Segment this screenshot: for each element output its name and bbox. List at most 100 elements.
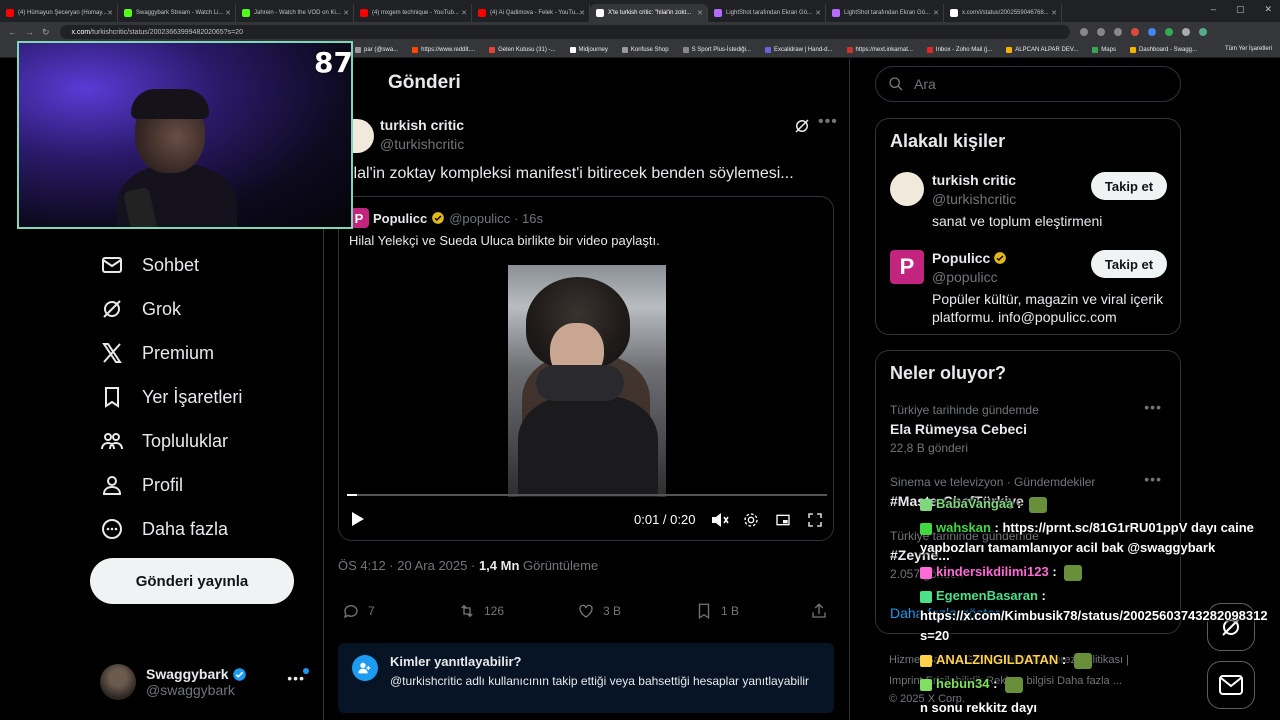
- more-dots-icon[interactable]: •••: [287, 670, 305, 686]
- bookmark-item[interactable]: Excalidraw | Hand-d...: [764, 46, 833, 53]
- chat-message: BabaVangaa :: [920, 496, 1047, 513]
- more-dots-icon[interactable]: •••: [1144, 471, 1162, 487]
- follow-button[interactable]: Takip et: [1091, 250, 1167, 278]
- bookmark-favicon-icon: [412, 46, 419, 53]
- bookmark-button[interactable]: 1 B: [695, 602, 739, 620]
- grok-icon[interactable]: [793, 117, 811, 135]
- play-icon[interactable]: [351, 511, 365, 527]
- extension-icon[interactable]: [1147, 28, 1156, 36]
- bookmark-label: Gelen Kutusu (31) -...: [498, 46, 556, 53]
- bookmark-item[interactable]: https://www.reddit....: [412, 46, 475, 53]
- forward-icon[interactable]: →: [25, 27, 34, 38]
- nav-item-topluluklar[interactable]: Topluluklar: [100, 429, 228, 453]
- browser-tab[interactable]: (4) Ai Qadimova - Felek - YouTu... ✕: [472, 4, 590, 22]
- nav-item-yer-i-şaretleri[interactable]: Yer İşaretleri: [100, 385, 242, 409]
- bookmark-item[interactable]: Dashboard - Swagg...: [1129, 46, 1197, 53]
- close-tab-icon[interactable]: ✕: [815, 9, 821, 17]
- chat-message: https://x.com/Kimbusik78/status/20025603…: [920, 608, 1268, 623]
- close-tab-icon[interactable]: ✕: [933, 9, 939, 17]
- messages-button[interactable]: [1207, 661, 1255, 709]
- notification-dot: [303, 668, 309, 674]
- bookmark-item[interactable]: Midjourney: [569, 46, 608, 53]
- back-icon[interactable]: ←: [8, 27, 17, 38]
- repost-button[interactable]: 126: [458, 602, 504, 620]
- picture-in-picture-icon[interactable]: [775, 512, 791, 528]
- share-button[interactable]: [810, 602, 828, 620]
- browser-tab[interactable]: LightShot tarafından Ekran Gö... ✕: [826, 4, 944, 22]
- tab-title: LightShot tarafından Ekran Gö...: [844, 10, 931, 16]
- url-host: x.com: [71, 28, 91, 36]
- chat-username: ANALZINGILDATAN: [936, 652, 1059, 667]
- video-progress-bar[interactable]: [347, 494, 827, 496]
- browser-tab[interactable]: Jahrein - Watch the VOD on Ki... ✕: [236, 4, 354, 22]
- close-tab-icon[interactable]: ✕: [225, 9, 231, 17]
- minimize-icon[interactable]: –: [1211, 4, 1216, 15]
- bookmark-item[interactable]: Gelen Kutusu (31) -...: [489, 46, 556, 53]
- nav-item-grok[interactable]: Grok: [100, 297, 181, 321]
- close-tab-icon[interactable]: ✕: [579, 9, 585, 17]
- bookmark-item[interactable]: Maps: [1092, 46, 1116, 53]
- maximize-icon[interactable]: ▢: [1236, 4, 1245, 15]
- close-tab-icon[interactable]: ✕: [343, 9, 349, 17]
- profile-icon: [102, 476, 122, 495]
- volume-icon[interactable]: [711, 512, 729, 528]
- author-name[interactable]: turkish critic: [380, 117, 464, 133]
- nav-item-label: Profil: [142, 474, 184, 495]
- browser-tab[interactable]: (4) Hümayun Şeceryan (Homay... ✕: [0, 4, 118, 22]
- quoted-tweet[interactable]: P Populicc @populicc · 16s Hilal Yelekçi…: [338, 196, 834, 541]
- download-icon[interactable]: [1181, 28, 1190, 36]
- browser-tab[interactable]: x.com/i/status/2002559046768... ✕: [944, 4, 1062, 22]
- close-window-icon[interactable]: ✕: [1264, 4, 1272, 15]
- reply-button[interactable]: 7: [342, 602, 375, 620]
- author-handle[interactable]: @turkishcritic: [380, 136, 464, 152]
- extension-icon[interactable]: [1130, 28, 1139, 36]
- browser-tab[interactable]: X'te turkish critic: "hilal'in zokt... ✕: [590, 4, 708, 22]
- bookmark-item[interactable]: https://next.inkarnat...: [846, 46, 913, 53]
- share-icon[interactable]: [1096, 28, 1105, 36]
- account-switcher[interactable]: Swaggybark @swaggybark •••: [100, 662, 315, 702]
- like-button[interactable]: 3 B: [577, 602, 621, 620]
- extension-icon[interactable]: [1164, 28, 1173, 36]
- trend-name: Ela Rümeysa Cebeci: [890, 421, 1027, 437]
- bookmark-item[interactable]: par (@swa...: [355, 46, 398, 53]
- chat-message: ANALZINGILDATAN :: [920, 652, 1092, 669]
- video-time: 0:01 / 0:20: [634, 512, 696, 527]
- bookmark-item[interactable]: Inbox - Zoho Mail (j...: [926, 46, 992, 53]
- more-dots-icon[interactable]: •••: [818, 113, 838, 131]
- quote-header: P Populicc @populicc · 16s: [349, 208, 543, 228]
- nav-item-premium[interactable]: Premium: [100, 341, 214, 365]
- profile-avatar-icon[interactable]: [1198, 28, 1207, 36]
- bookmark-item[interactable]: ALPCAN ALPAR DEV...: [1006, 46, 1078, 53]
- follow-button[interactable]: Takip et: [1091, 172, 1167, 200]
- star-icon[interactable]: [1113, 28, 1122, 36]
- fullscreen-icon[interactable]: [807, 512, 823, 528]
- repost-count: 126: [484, 604, 505, 618]
- nav-item-daha-fazla[interactable]: Daha fazla: [100, 517, 228, 541]
- video-player[interactable]: 0:01 / 0:20: [339, 257, 833, 540]
- browser-tab[interactable]: LightShot tarafından Ekran Gö... ✕: [708, 4, 826, 22]
- bookmark-label: https://next.inkarnat...: [855, 46, 913, 53]
- browser-tab[interactable]: (4) mxgem technique - YouTub... ✕: [354, 4, 472, 22]
- gold-verified-icon: [432, 212, 445, 224]
- post-button[interactable]: Gönderi yayınla: [90, 558, 294, 604]
- url-field[interactable]: x.com/turkishcritic/status/2002366399948…: [59, 25, 1070, 39]
- close-tab-icon[interactable]: ✕: [1051, 9, 1057, 17]
- close-tab-icon[interactable]: ✕: [461, 9, 467, 17]
- nav-item-profil[interactable]: Profil: [100, 473, 183, 497]
- nav-item-sohbet[interactable]: Sohbet: [100, 253, 199, 277]
- trend-item[interactable]: Türkiye tarihinde gündemde Ela Rümeysa C…: [890, 399, 1170, 455]
- search-input[interactable]: Ara: [875, 66, 1181, 102]
- close-tab-icon[interactable]: ✕: [697, 9, 703, 17]
- chat-emote-icon: [1064, 564, 1083, 581]
- author-avatar[interactable]: [350, 119, 374, 153]
- more-dots-icon[interactable]: •••: [1144, 399, 1162, 415]
- zoom-icon[interactable]: [1079, 28, 1088, 36]
- close-tab-icon[interactable]: ✕: [107, 9, 113, 17]
- bookmark-item[interactable]: S Sport Plus-İstediği...: [682, 46, 751, 53]
- reload-icon[interactable]: ↻: [42, 27, 50, 38]
- settings-gear-icon[interactable]: [743, 512, 759, 528]
- chat-badge-icon: [920, 654, 932, 667]
- browser-tab[interactable]: Swaggybark Stream - Watch Li... ✕: [118, 4, 236, 22]
- bookmark-item[interactable]: Konfuse Shop: [621, 46, 669, 53]
- all-bookmarks-link[interactable]: Tüm Yer İşaretleri: [1225, 46, 1272, 52]
